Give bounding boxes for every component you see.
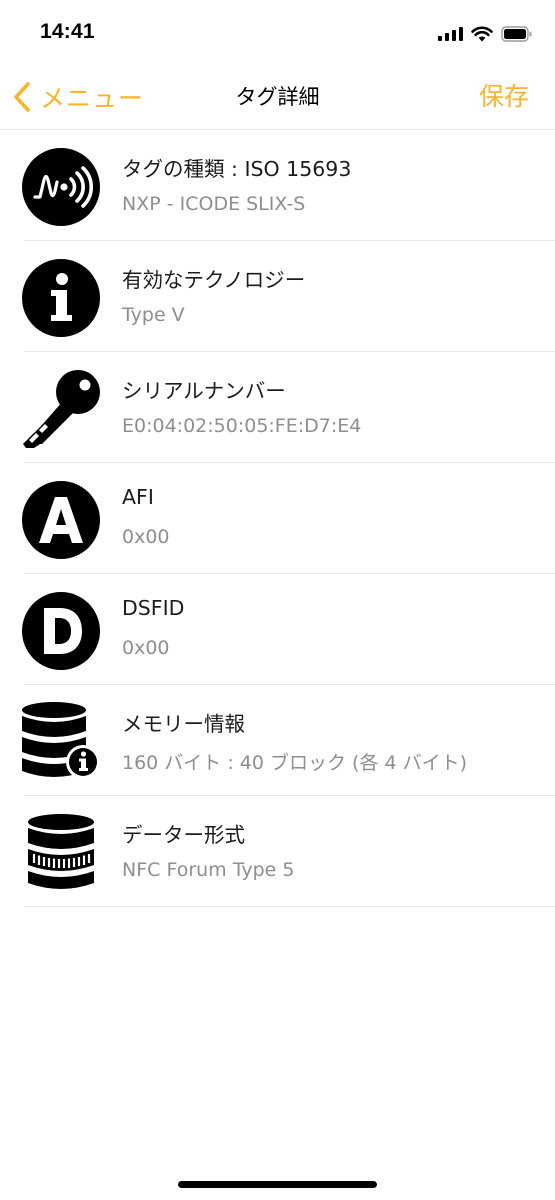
status-time: 14:41	[40, 20, 95, 43]
database-icon	[20, 812, 102, 894]
database-info-icon	[20, 701, 102, 783]
status-icons	[438, 24, 533, 44]
row-subtitle: 0x00	[122, 637, 170, 659]
list-item-memory-info[interactable]: メモリー情報 160 バイト : 40 ブロック (各 4 バイト)	[0, 685, 555, 796]
back-button[interactable]: メニュー	[12, 68, 144, 126]
list-item-dsfid[interactable]: DSFID 0x00	[0, 574, 555, 685]
battery-icon	[501, 26, 532, 42]
home-indicator[interactable]	[178, 1181, 377, 1188]
row-subtitle: NFC Forum Type 5	[122, 859, 295, 881]
row-title: DSFID	[122, 596, 185, 620]
cellular-signal-icon	[438, 27, 463, 41]
row-title: シリアルナンバー	[122, 379, 286, 403]
status-bar: 14:41	[0, 0, 555, 68]
row-title: 有効なテクノロジー	[122, 268, 306, 292]
row-title: データー形式	[122, 823, 245, 847]
list-item-data-format[interactable]: データー形式 NFC Forum Type 5	[0, 796, 555, 907]
row-title: タグの種類 : ISO 15693	[122, 157, 352, 181]
nfc-tag-icon	[20, 146, 102, 228]
row-title: メモリー情報	[122, 712, 245, 736]
letter-d-icon	[20, 590, 102, 672]
navigation-bar: メニュー タグ詳細 保存	[0, 68, 555, 130]
row-title: AFI	[122, 485, 154, 509]
row-subtitle: NXP - ICODE SLIX-S	[122, 193, 306, 215]
letter-a-icon	[20, 479, 102, 561]
row-subtitle: 0x00	[122, 526, 170, 548]
row-subtitle: 160 バイト : 40 ブロック (各 4 バイト)	[122, 752, 468, 774]
key-icon	[20, 368, 102, 450]
tag-detail-list: タグの種類 : ISO 15693 NXP - ICODE SLIX-S 有効な…	[0, 130, 555, 907]
list-item-afi[interactable]: AFI 0x00	[0, 463, 555, 574]
save-button[interactable]: 保存	[479, 68, 529, 126]
back-button-label: メニュー	[40, 84, 145, 113]
wifi-icon	[471, 26, 493, 42]
list-item-tag-type[interactable]: タグの種類 : ISO 15693 NXP - ICODE SLIX-S	[0, 130, 555, 241]
chevron-left-icon	[14, 82, 30, 112]
list-item-technology[interactable]: 有効なテクノロジー Type V	[0, 241, 555, 352]
row-subtitle: Type V	[122, 304, 185, 326]
list-item-serial-number[interactable]: シリアルナンバー E0:04:02:50:05:FE:D7:E4	[0, 352, 555, 463]
row-subtitle: E0:04:02:50:05:FE:D7:E4	[122, 415, 362, 437]
info-icon	[20, 257, 102, 339]
